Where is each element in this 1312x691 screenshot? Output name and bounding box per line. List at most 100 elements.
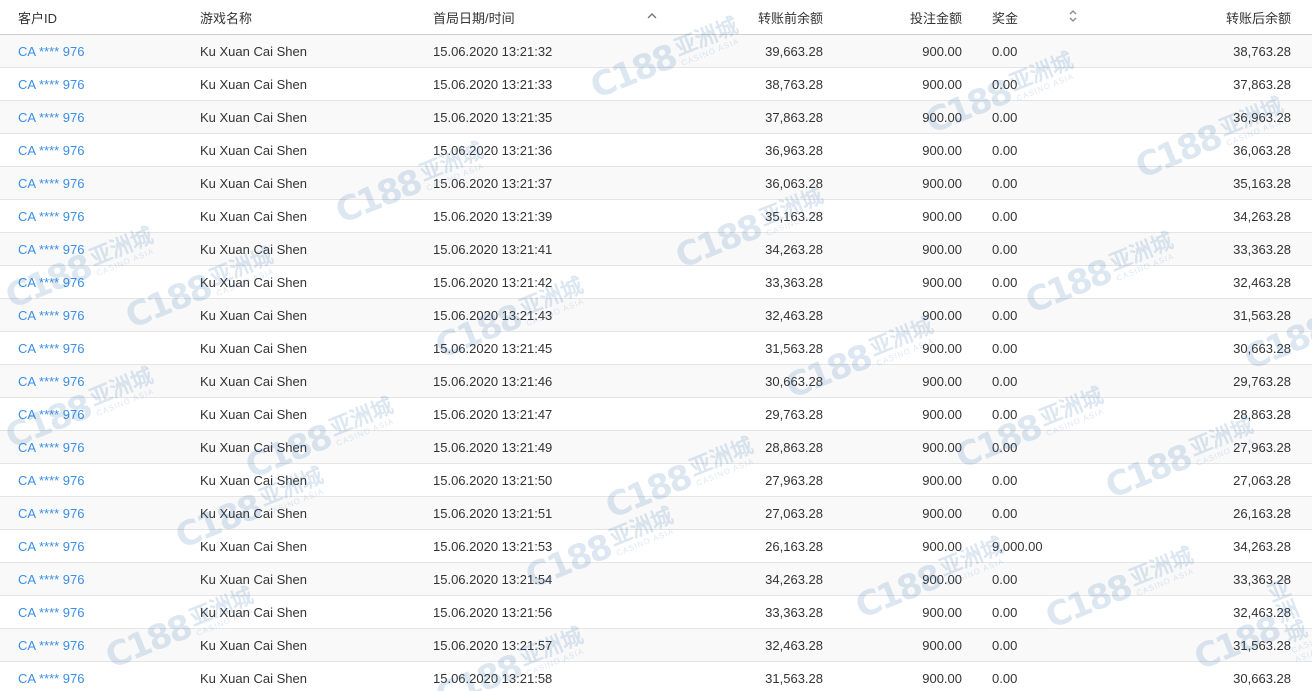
customer-id-cell: CA **** 976	[0, 34, 200, 68]
game-name-cell: Ku Xuan Cai Shen	[200, 571, 307, 587]
customer-id-cell: CA **** 976	[0, 562, 200, 596]
balance-before-cell: 36,963.28	[673, 133, 823, 167]
prize-cell: 0.00	[962, 463, 1102, 497]
customer-id-cell: CA **** 976	[0, 133, 200, 167]
table-row: CA **** 976 Ku Xuan Cai Shen 15.06.2020 13…	[0, 331, 1312, 365]
column-header-balance-after[interactable]: 转账后余额	[1102, 0, 1312, 35]
bet-amount-cell: 900.00	[823, 100, 962, 134]
customer-id-link[interactable]: CA **** 976	[18, 275, 85, 290]
datetime-cell: 15.06.2020 13:21:53	[433, 529, 673, 563]
prize-cell: 0.00	[962, 562, 1102, 596]
game-name-cell: Ku Xuan Cai Shen	[200, 133, 433, 167]
column-header-customer-id[interactable]: 客户ID	[0, 0, 200, 35]
balance-before-cell: 30,663.28	[765, 373, 823, 389]
customer-id-link[interactable]: CA **** 976	[18, 77, 85, 92]
balance-before-cell: 38,763.28	[673, 67, 823, 101]
balance-before-cell: 34,263.28	[765, 571, 823, 587]
customer-id-link[interactable]: CA **** 976	[18, 671, 85, 686]
column-header-game-name[interactable]: 游戏名称	[200, 0, 433, 35]
table-row: CA **** 976 Ku Xuan Cai Shen 15.06.2020 13…	[0, 595, 1312, 629]
balance-after-cell: 36,963.28	[1102, 100, 1312, 134]
customer-id-link[interactable]: CA **** 976	[18, 572, 85, 587]
balance-before-cell: 31,563.28	[765, 340, 823, 356]
prize-cell: 9,000.00	[962, 529, 1102, 563]
balance-after-cell: 38,763.28	[1233, 43, 1291, 59]
customer-id-link[interactable]: CA **** 976	[18, 473, 85, 488]
customer-id-link[interactable]: CA **** 976	[18, 605, 85, 620]
customer-id-link[interactable]: CA **** 976	[18, 308, 85, 323]
balance-before-cell: 32,463.28	[673, 298, 823, 332]
balance-after-cell: 33,363.28	[1102, 232, 1312, 266]
balance-after-cell: 31,563.28	[1102, 628, 1312, 662]
customer-id-link[interactable]: CA **** 976	[18, 638, 85, 653]
game-name-cell: Ku Xuan Cai Shen	[200, 76, 307, 92]
customer-id-link[interactable]: CA **** 976	[18, 110, 85, 125]
customer-id-link[interactable]: CA **** 976	[18, 506, 85, 521]
balance-before-cell: 27,063.28	[673, 496, 823, 530]
customer-id-link[interactable]: CA **** 976	[18, 143, 85, 158]
bet-amount-cell: 900.00	[823, 133, 962, 167]
balance-before-cell: 37,863.28	[673, 100, 823, 134]
column-header-label: 转账后余额	[1225, 10, 1291, 26]
balance-after-cell: 27,963.28	[1233, 439, 1291, 455]
column-header-balance-before[interactable]: 转账前余额	[673, 0, 823, 35]
table-row: CA **** 976 Ku Xuan Cai Shen 15.06.2020 13…	[0, 364, 1312, 398]
customer-id-link[interactable]: CA **** 976	[18, 209, 85, 224]
game-name-cell: Ku Xuan Cai Shen	[200, 274, 307, 290]
bet-amount-cell: 900.00	[922, 109, 962, 125]
column-header-prize[interactable]: 奖金	[962, 0, 1102, 35]
balance-after-cell: 29,763.28	[1233, 373, 1291, 389]
game-name-cell: Ku Xuan Cai Shen	[200, 232, 433, 266]
game-name-cell: Ku Xuan Cai Shen	[200, 199, 433, 233]
balance-before-cell: 30,663.28	[673, 364, 823, 398]
customer-id-link[interactable]: CA **** 976	[18, 407, 85, 422]
prize-cell: 0.00	[992, 439, 1018, 455]
column-header-datetime[interactable]: 首局日期/时间	[433, 0, 673, 35]
datetime-cell: 15.06.2020 13:21:43	[433, 298, 673, 332]
bet-amount-cell: 900.00	[922, 340, 962, 356]
game-name-cell: Ku Xuan Cai Shen	[200, 397, 433, 431]
balance-before-cell: 39,663.28	[765, 43, 823, 59]
balance-after-cell: 35,163.28	[1102, 166, 1312, 200]
customer-id-link[interactable]: CA **** 976	[18, 242, 85, 257]
table-row: CA **** 976 Ku Xuan Cai Shen 15.06.2020 13…	[0, 166, 1312, 200]
prize-cell: 9,000.00	[992, 538, 1043, 554]
balance-after-cell: 32,463.28	[1233, 604, 1291, 620]
bet-amount-cell: 900.00	[922, 571, 962, 587]
balance-after-cell: 31,563.28	[1102, 298, 1312, 332]
prize-cell: 0.00	[992, 307, 1018, 323]
customer-id-link[interactable]: CA **** 976	[18, 176, 85, 191]
customer-id-link[interactable]: CA **** 976	[18, 374, 85, 389]
sort-both-icon[interactable]	[1068, 9, 1078, 26]
balance-after-cell: 37,863.28	[1233, 76, 1291, 92]
game-name-cell: Ku Xuan Cai Shen	[200, 142, 307, 158]
balance-after-cell: 38,763.28	[1102, 34, 1312, 68]
table-row: CA **** 976 Ku Xuan Cai Shen 15.06.2020 13…	[0, 496, 1312, 530]
balance-before-cell: 35,163.28	[765, 208, 823, 224]
game-name-cell: Ku Xuan Cai Shen	[200, 166, 433, 200]
datetime-cell: 15.06.2020 13:21:32	[433, 34, 673, 68]
game-name-cell: Ku Xuan Cai Shen	[200, 364, 433, 398]
bet-amount-cell: 900.00	[922, 307, 962, 323]
balance-after-cell: 36,963.28	[1233, 109, 1291, 125]
game-name-cell: Ku Xuan Cai Shen	[200, 265, 433, 299]
table-row: CA **** 976 Ku Xuan Cai Shen 15.06.2020 13…	[0, 265, 1312, 299]
game-name-cell: Ku Xuan Cai Shen	[200, 529, 433, 563]
customer-id-cell: CA **** 976	[0, 628, 200, 662]
chevron-up-icon[interactable]	[647, 12, 657, 23]
prize-cell: 0.00	[992, 571, 1018, 587]
balance-before-cell: 33,363.28	[673, 265, 823, 299]
balance-after-cell: 29,763.28	[1102, 364, 1312, 398]
column-header-bet-amount[interactable]: 投注金额	[823, 0, 962, 35]
customer-id-link[interactable]: CA **** 976	[18, 440, 85, 455]
customer-id-link[interactable]: CA **** 976	[18, 44, 85, 59]
balance-before-cell: 33,363.28	[765, 274, 823, 290]
balance-before-cell: 39,663.28	[673, 34, 823, 68]
customer-id-link[interactable]: CA **** 976	[18, 341, 85, 356]
game-name-cell: Ku Xuan Cai Shen	[200, 670, 307, 686]
balance-before-cell: 32,463.28	[673, 628, 823, 662]
customer-id-link[interactable]: CA **** 976	[18, 539, 85, 554]
balance-before-cell: 38,763.28	[765, 76, 823, 92]
balance-before-cell: 29,763.28	[673, 397, 823, 431]
datetime-cell: 15.06.2020 13:21:35	[433, 100, 673, 134]
